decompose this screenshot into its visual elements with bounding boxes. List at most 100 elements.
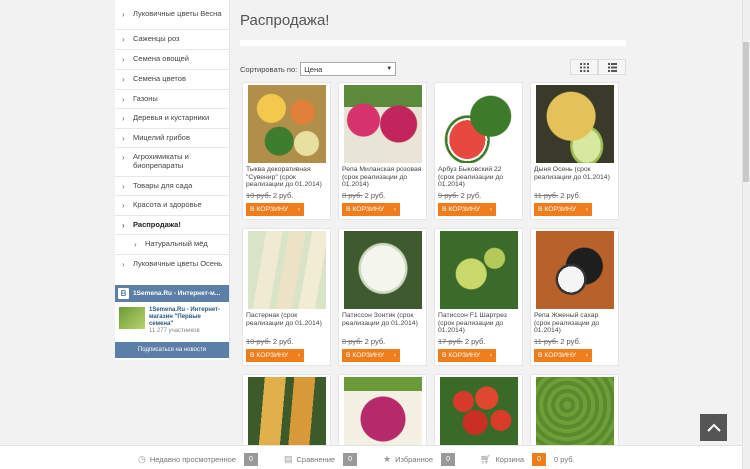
recently-viewed[interactable]: ◷ Недавно просмотренное 0 — [138, 453, 258, 466]
sort-label: Сортировать по: — [240, 64, 298, 74]
chevron-right-icon: › — [122, 201, 125, 210]
sidebar-item-trees-shrubs[interactable]: › Деревья и кустарники — [115, 109, 229, 129]
chevron-right-icon: › — [122, 95, 125, 104]
add-to-cart-button[interactable]: В КОРЗИНУ › — [246, 349, 304, 362]
add-to-cart-button[interactable]: В КОРЗИНУ › — [342, 349, 400, 362]
view-toggle — [570, 59, 626, 75]
clock-icon: ◷ — [138, 454, 146, 464]
vk-widget-body: 1Semena.Ru - Интернет-магазин "Первые се… — [115, 302, 229, 340]
vk-widget-header[interactable]: В 1Semena.Ru - Интернет-м... — [115, 285, 229, 302]
scrollbar-thumb[interactable] — [743, 42, 749, 182]
product-name[interactable]: Дыня Осень (срок реализации до 01.2014) — [531, 166, 618, 191]
cart[interactable]: 🛒︎ Корзина 0 0 руб. — [480, 453, 575, 466]
product-name[interactable]: Пастернак (срок реализации до 01.2014) — [243, 312, 330, 337]
list-icon — [607, 62, 617, 72]
product-image-pattypan-white[interactable] — [343, 231, 422, 309]
product-name[interactable]: Арбуз Быковский 22 (срок реализации до 0… — [435, 166, 522, 191]
add-to-cart-button[interactable]: В КОРЗИНУ › — [438, 203, 496, 216]
product-name[interactable]: Тыква декоративная "Сувенир" (срок реали… — [243, 166, 330, 191]
grid-view-button[interactable] — [570, 59, 598, 75]
product-image-parsnip[interactable] — [247, 231, 326, 309]
vk-group-name[interactable]: 1Semena.Ru - Интернет-магазин "Первые се… — [149, 307, 225, 328]
sidebar-item-bulbs-autumn[interactable]: › Луковичные цветы Осень — [115, 255, 229, 281]
add-to-cart-label: В КОРЗИНУ — [442, 206, 481, 213]
product-image-squash[interactable] — [247, 377, 326, 447]
page-scrollbar[interactable] — [742, 0, 750, 469]
compare[interactable]: ▤ Сравнение 0 — [284, 453, 358, 466]
product-image-turnip-black[interactable] — [535, 231, 614, 309]
sidebar-item-rose-seedlings[interactable]: › Саженцы роз — [115, 30, 229, 50]
sort-select[interactable]: Цена ▼ — [300, 62, 397, 76]
product-image-tomatoes[interactable] — [439, 377, 518, 447]
chevron-right-icon: › — [122, 114, 125, 123]
add-to-cart-button[interactable]: В КОРЗИНУ › — [534, 349, 592, 362]
old-price: 17 руб. — [438, 337, 463, 346]
product-price: 8 руб. 2 руб. — [339, 337, 426, 346]
cart-total: 0 руб. — [554, 455, 575, 464]
sidebar-item-natural-honey[interactable]: › Натуральный мёд — [115, 235, 229, 255]
product-image-pattypan-green[interactable] — [439, 231, 518, 309]
scroll-to-top-button[interactable] — [700, 414, 727, 441]
sidebar-item-beauty-health[interactable]: › Красота и здоровье — [115, 196, 229, 216]
new-price: 2 руб. — [272, 191, 294, 200]
product-price: 10 руб. 2 руб. — [243, 191, 330, 200]
sidebar-item-garden-goods[interactable]: › Товары для сада — [115, 177, 229, 196]
chevron-right-icon: › — [122, 153, 125, 162]
page: › Луковичные цветы Весна › Саженцы роз › Се… — [0, 0, 750, 469]
sidebar-item-label: Деревья и кустарники — [133, 113, 210, 122]
product-image-greens[interactable] — [535, 377, 614, 447]
add-to-cart-button[interactable]: В КОРЗИНУ › — [438, 349, 496, 362]
chevron-up-icon — [706, 423, 721, 432]
new-price: 2 руб. — [364, 337, 386, 346]
compare-count: 0 — [343, 453, 358, 466]
product-card: Тыква декоративная "Сувенир" (срок реали… — [242, 82, 331, 220]
product-image-pumpkin[interactable] — [247, 85, 326, 163]
product-name[interactable]: Репа Миланская розовая (срок реализации … — [339, 166, 426, 191]
new-price: 2 руб. — [464, 337, 486, 346]
sidebar-item-vegetable-seeds[interactable]: › Семена овощей — [115, 50, 229, 70]
page-title: Распродажа! — [240, 12, 330, 29]
old-price: 11 руб. — [534, 337, 559, 346]
sidebar-item-flower-seeds[interactable]: › Семена цветов — [115, 70, 229, 90]
chevron-right-icon: › — [134, 240, 137, 249]
product-card — [338, 374, 427, 454]
chevron-right-icon: › — [122, 75, 125, 84]
product-name[interactable]: Патиссон Зонтик (срок реализации до 01.2… — [339, 312, 426, 337]
old-price: 8 руб. — [342, 337, 363, 346]
sidebar-item-mushroom-mycelium[interactable]: › Мицелий грибов — [115, 129, 229, 148]
sidebar-category-menu: › Луковичные цветы Весна › Саженцы роз › Се… — [115, 0, 230, 360]
product-card: Дыня Осень (срок реализации до 01.2014) … — [530, 82, 619, 220]
chevron-right-icon: › — [122, 182, 125, 191]
add-to-cart-button[interactable]: В КОРЗИНУ › — [342, 203, 400, 216]
banner-strip — [240, 40, 626, 46]
vk-group-avatar[interactable] — [119, 307, 145, 329]
vk-subscribe-button[interactable]: Подписаться на новости — [115, 342, 229, 358]
add-to-cart-button[interactable]: В КОРЗИНУ › — [246, 203, 304, 216]
sidebar-item-label: Семена овощей — [133, 54, 190, 63]
cart-icon: 🛒︎ — [480, 454, 492, 464]
product-card: Репа Жженый сахар (срок реализации до 01… — [530, 228, 619, 366]
product-image-turnip-pink[interactable] — [343, 85, 422, 163]
product-image-melon[interactable] — [535, 85, 614, 163]
bottom-toolbar: ◷ Недавно просмотренное 0 ▤ Сравнение 0 … — [0, 445, 742, 469]
product-price: 11 руб. 2 руб. — [531, 191, 618, 200]
sidebar-item-bulbs-spring[interactable]: › Луковичные цветы Весна — [115, 0, 229, 30]
sidebar-item-sale[interactable]: › Распродажа! — [115, 216, 229, 235]
dropdown-arrow-icon: ▼ — [386, 66, 393, 72]
new-price: 2 руб. — [364, 191, 386, 200]
new-price: 2 руб. — [272, 337, 294, 346]
product-name[interactable]: Репа Жженый сахар (срок реализации до 01… — [531, 312, 618, 337]
vk-logo-icon: В — [118, 288, 129, 299]
sidebar-item-agrochemicals[interactable]: › Агрохимикаты и биопрепараты — [115, 148, 229, 177]
product-name[interactable]: Патиссон F1 Шартрез (срок реализации до … — [435, 312, 522, 337]
sidebar-item-label: Саженцы роз — [133, 34, 180, 43]
cart-label: Корзина — [495, 455, 525, 464]
add-to-cart-label: В КОРЗИНУ — [346, 206, 385, 213]
product-image-watermelon[interactable] — [439, 85, 518, 163]
favorites[interactable]: ★ Избранное 0 — [383, 453, 456, 466]
product-image-beet[interactable] — [343, 377, 422, 447]
add-to-cart-button[interactable]: В КОРЗИНУ › — [534, 203, 592, 216]
list-view-button[interactable] — [598, 59, 626, 75]
sidebar-item-lawns[interactable]: › Газоны — [115, 90, 229, 109]
chevron-right-icon: › — [297, 352, 300, 359]
